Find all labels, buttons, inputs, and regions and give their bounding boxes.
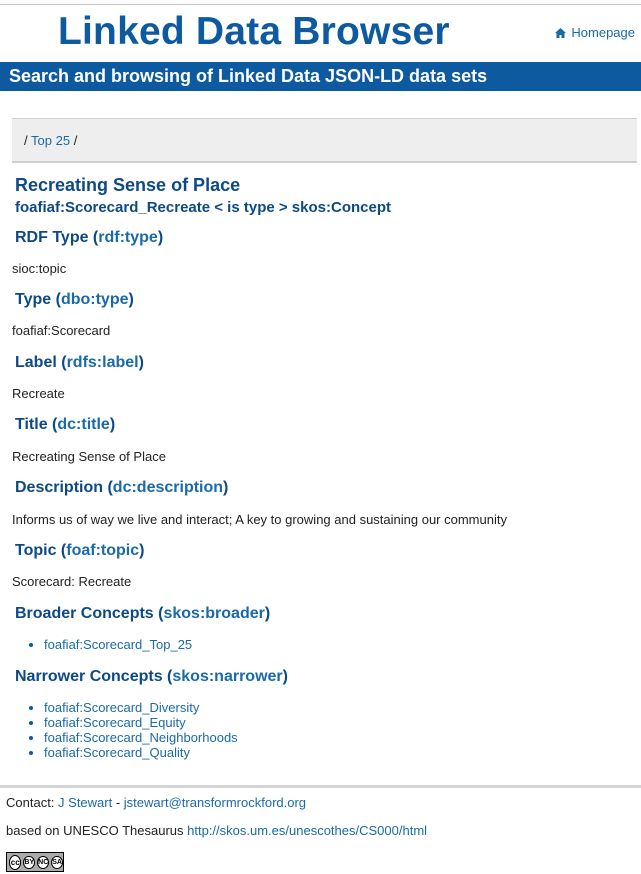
rdf-type-heading: RDF Type (rdf:type) <box>15 229 164 246</box>
unesco-thesaurus-link[interactable]: http://skos.um.es/unescothes/CS000/html <box>187 823 427 838</box>
breadcrumb-separator: / <box>73 133 78 148</box>
skos-broader-link[interactable]: skos:broader <box>163 605 264 622</box>
concept-subject-line: foafiaf:Scorecard_Recreate < is type > s… <box>15 199 391 216</box>
footer-attribution: based on UNESCO Thesaurus http://skos.um… <box>6 823 428 838</box>
description-heading: Description (dc:description) <box>15 479 229 496</box>
list-item: foafiaf:Scorecard_Top_25 <box>44 637 192 652</box>
broader-concept-link[interactable]: foafiaf:Scorecard_Top_25 <box>44 637 192 652</box>
foaf-topic-link[interactable]: foaf:topic <box>66 542 139 559</box>
narrower-concepts-list: foafiaf:Scorecard_Diversity foafiaf:Scor… <box>26 700 238 760</box>
narrower-concept-link[interactable]: foafiaf:Scorecard_Diversity <box>44 700 199 715</box>
banner-text: Search and browsing of Linked Data JSON-… <box>9 66 488 86</box>
description-value: Informs us of way we live and interact; … <box>12 512 507 527</box>
narrower-concepts-heading: Narrower Concepts (skos:narrower) <box>15 668 288 685</box>
list-item: foafiaf:Scorecard_Quality <box>44 745 238 760</box>
narrower-concept-link[interactable]: foafiaf:Scorecard_Neighborhoods <box>44 730 238 745</box>
title-value: Recreating Sense of Place <box>12 449 166 464</box>
narrower-concept-link[interactable]: foafiaf:Scorecard_Quality <box>44 745 190 760</box>
breadcrumb-separator: / <box>24 133 28 148</box>
contact-name-link[interactable]: J Stewart <box>58 795 112 810</box>
broader-concepts-list: foafiaf:Scorecard_Top_25 <box>26 637 192 652</box>
skos-narrower-link[interactable]: skos:narrower <box>172 668 282 685</box>
subtitle-banner: Search and browsing of Linked Data JSON-… <box>0 62 641 91</box>
creative-commons-license-badge[interactable]: cc BY NC SA <box>6 852 64 872</box>
breadcrumb: / Top 25 / <box>12 118 637 163</box>
list-item: foafiaf:Scorecard_Neighborhoods <box>44 730 238 745</box>
dbo-type-value: foafiaf:Scorecard <box>12 323 111 338</box>
site-title: Linked Data Browser <box>58 10 450 53</box>
topic-value: Scorecard: Recreate <box>12 574 132 589</box>
noncommercial-icon: NC <box>37 855 50 869</box>
list-item: foafiaf:Scorecard_Equity <box>44 715 238 730</box>
list-item: foafiaf:Scorecard_Diversity <box>44 700 238 715</box>
dbo-type-heading: Type (dbo:type) <box>15 291 134 308</box>
home-icon <box>555 27 567 38</box>
sharealike-icon: SA <box>51 855 63 869</box>
footer-divider <box>0 785 641 788</box>
narrower-concept-link[interactable]: foafiaf:Scorecard_Equity <box>44 715 186 730</box>
topic-heading: Topic (foaf:topic) <box>15 542 145 559</box>
dc-description-link[interactable]: dc:description <box>113 479 223 496</box>
title-heading: Title (dc:title) <box>15 416 116 433</box>
dbo-type-link[interactable]: dbo:type <box>61 291 129 308</box>
rdf-type-link[interactable]: rdf:type <box>98 229 158 246</box>
cc-icon: cc <box>9 854 22 870</box>
homepage-link[interactable]: Homepage <box>555 25 635 40</box>
broader-concepts-heading: Broader Concepts (skos:broader) <box>15 605 271 622</box>
attribution-icon: BY <box>23 855 36 869</box>
rdfs-label-link[interactable]: rdfs:label <box>67 354 139 371</box>
homepage-label: Homepage <box>571 25 635 40</box>
breadcrumb-link-top-25[interactable]: Top 25 <box>31 133 70 148</box>
concept-title: Recreating Sense of Place <box>15 175 241 195</box>
contact-email-link[interactable]: jstewart@transformrockford.org <box>124 795 306 810</box>
top-divider <box>0 4 641 5</box>
dc-title-link[interactable]: dc:title <box>57 416 109 433</box>
label-heading: Label (rdfs:label) <box>15 354 144 371</box>
rdf-type-value: sioc:topic <box>12 261 67 276</box>
label-value: Recreate <box>12 386 65 401</box>
footer-contact: Contact: J Stewart - jstewart@transformr… <box>6 795 307 810</box>
